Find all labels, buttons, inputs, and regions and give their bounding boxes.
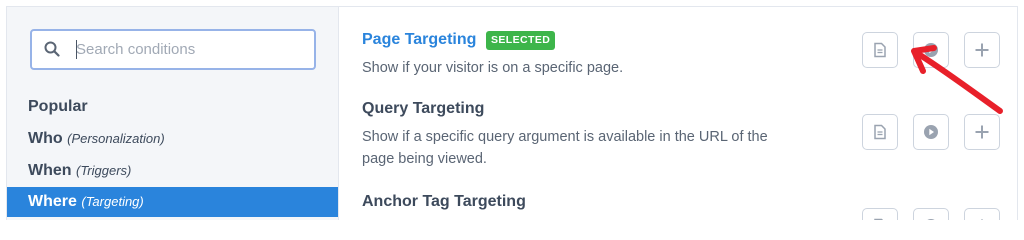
conditions-panel: Popular Who (Personalization) When (Trig…	[6, 6, 1018, 220]
sidebar-item-label: When	[28, 162, 72, 179]
search-icon	[44, 41, 60, 57]
play-icon	[924, 125, 938, 139]
sidebar-item-who[interactable]: Who (Personalization)	[7, 124, 338, 154]
video-button[interactable]	[913, 208, 949, 220]
sidebar: Popular Who (Personalization) When (Trig…	[7, 7, 339, 220]
condition-title-page-targeting[interactable]: Page Targeting	[362, 31, 476, 49]
condition-title-query-targeting[interactable]: Query Targeting	[362, 100, 484, 118]
search-field[interactable]	[30, 29, 316, 70]
sidebar-item-sublabel: (Personalization)	[67, 131, 165, 146]
text-cursor	[76, 40, 77, 59]
sidebar-item-label: Popular	[28, 98, 88, 115]
sidebar-item-label: Where	[28, 193, 77, 210]
sidebar-item-where[interactable]: Where (Targeting)	[7, 187, 338, 217]
conditions-list: Page Targeting SELECTED Show if your vis…	[340, 7, 1017, 220]
document-icon	[874, 124, 886, 140]
sidebar-item-when[interactable]: When (Triggers)	[7, 156, 338, 186]
docs-button[interactable]	[862, 32, 898, 68]
sidebar-item-sublabel: (Triggers)	[76, 163, 132, 178]
selected-badge: SELECTED	[486, 31, 556, 50]
plus-icon	[975, 125, 989, 139]
plus-icon	[981, 219, 983, 220]
document-icon	[874, 218, 884, 220]
docs-button[interactable]	[862, 208, 898, 220]
annotation-arrow-icon	[911, 45, 1003, 114]
condition-description: Show if your visitor is on a specific pa…	[362, 60, 624, 76]
docs-button[interactable]	[862, 114, 898, 150]
sidebar-item-sublabel: (Targeting)	[81, 194, 144, 209]
condition-description-line: Show if a specific query argument is ava…	[362, 129, 768, 145]
condition-title-anchor-tag-targeting[interactable]: Anchor Tag Targeting	[362, 193, 526, 211]
condition-description-line: page being viewed.	[362, 151, 487, 167]
video-button[interactable]	[913, 114, 949, 150]
add-condition-button[interactable]	[964, 114, 1000, 150]
search-input[interactable]	[76, 37, 301, 62]
document-icon	[874, 42, 886, 58]
play-icon	[927, 219, 935, 220]
add-condition-button[interactable]	[964, 208, 1000, 220]
sidebar-item-label: Who	[28, 130, 63, 147]
condition-description: Show if a specific query argument is ava…	[362, 126, 832, 170]
sidebar-item-popular[interactable]: Popular	[7, 92, 338, 122]
